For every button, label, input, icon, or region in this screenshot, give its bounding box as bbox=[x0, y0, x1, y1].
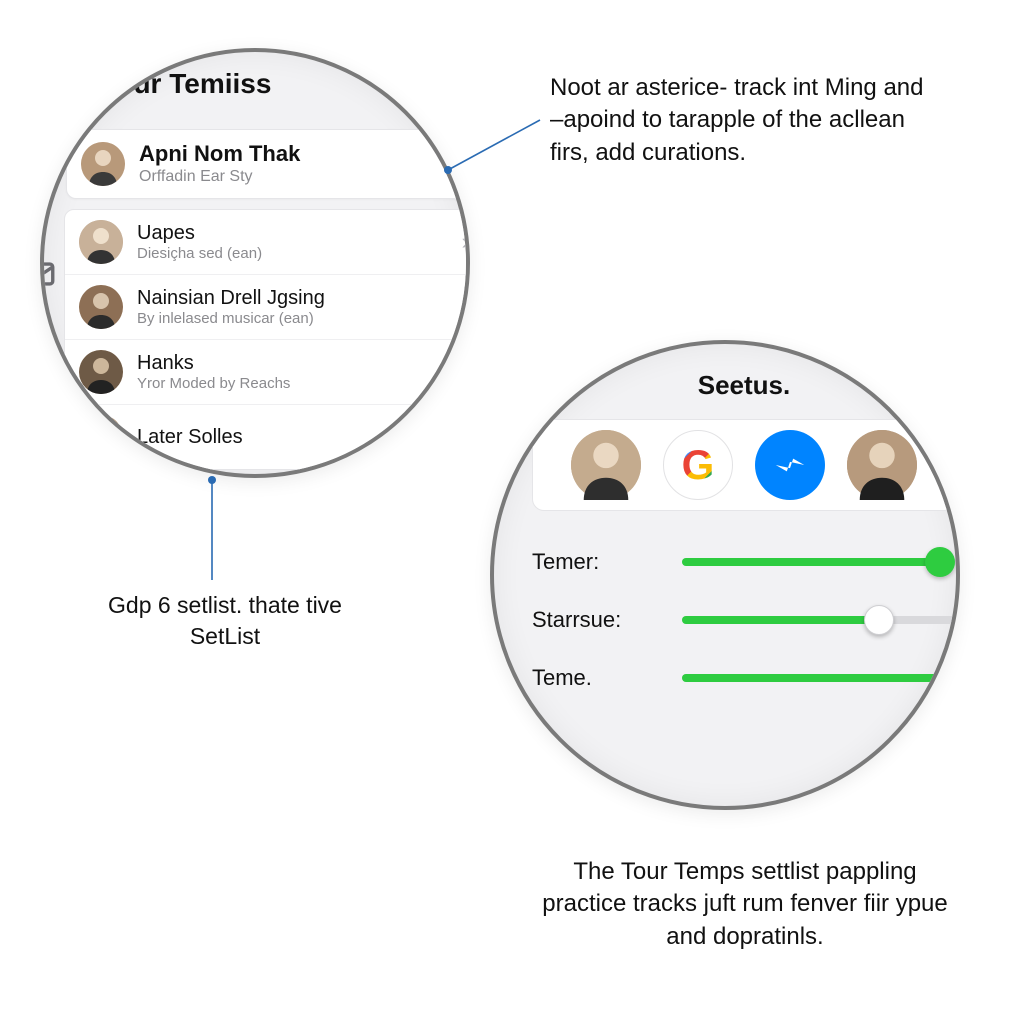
back-icon[interactable]: ‹ bbox=[40, 64, 49, 103]
avatar bbox=[79, 220, 123, 264]
callout-top-right: Noot ar asterice- track int Ming and –ap… bbox=[550, 72, 940, 169]
avatar[interactable] bbox=[847, 430, 917, 500]
row-title: Nainsian Drell Jgsing bbox=[137, 287, 469, 310]
slider-teme[interactable]: Teme. bbox=[532, 649, 956, 707]
page-title: Tour Temiiss bbox=[101, 68, 271, 100]
avatar[interactable] bbox=[571, 430, 641, 500]
google-icon[interactable]: G bbox=[663, 430, 733, 500]
share-icon-row: G bbox=[532, 419, 956, 511]
card-subtitle: Orffadin Ear Sty bbox=[139, 167, 461, 186]
list-item[interactable]: Nainsian Drell Jgsing By inlelased music… bbox=[65, 275, 470, 340]
slider-label: Temer: bbox=[532, 549, 682, 575]
row-subtitle: Yror Moded by Reachs bbox=[137, 375, 469, 392]
avatar bbox=[79, 415, 123, 459]
mail-icon[interactable] bbox=[40, 254, 60, 294]
callout-bottom: The Tour Temps settlist pappling practic… bbox=[530, 856, 960, 953]
slider-starrsue[interactable]: Starrsue: bbox=[532, 591, 956, 649]
avatar bbox=[79, 350, 123, 394]
slider-track[interactable] bbox=[682, 616, 956, 624]
row-subtitle: Diesiçha sed (ean) bbox=[137, 245, 462, 262]
featured-item-card[interactable]: Apni Nom Thak Orffadin Ear Sty › bbox=[66, 129, 470, 199]
sliders-group: Temer: Starrsue: Teme. bbox=[532, 533, 956, 707]
avatar bbox=[81, 142, 125, 186]
slider-track[interactable] bbox=[682, 558, 956, 566]
magnifier-settings-view: Seetus. G Temer: bbox=[490, 340, 960, 810]
header-row: ‹ Tour Temiiss bbox=[40, 48, 470, 121]
magnifier-setlist-view: ‹ Tour Temiiss Apni Nom Thak Orffadin Ea… bbox=[40, 48, 470, 478]
slider-thumb[interactable] bbox=[864, 605, 894, 635]
avatar bbox=[79, 285, 123, 329]
card-title: Apni Nom Thak bbox=[139, 142, 461, 166]
chevron-right-icon: › bbox=[467, 150, 470, 178]
settings-title: Seetus. bbox=[494, 370, 960, 401]
row-subtitle: By inlelased musicar (ean) bbox=[137, 310, 469, 327]
slider-thumb[interactable] bbox=[925, 547, 955, 577]
collapse-icon[interactable] bbox=[40, 394, 60, 434]
messenger-icon[interactable] bbox=[755, 430, 825, 500]
slider-track[interactable] bbox=[682, 674, 956, 682]
left-rail bbox=[40, 254, 63, 434]
clock-icon[interactable] bbox=[40, 324, 60, 364]
callout-left-mid: Gdp 6 setlist. thate tive SetList bbox=[70, 590, 380, 652]
setlist-list: Uapes Diesiçha sed (ean) › Nainsian Drel… bbox=[64, 209, 470, 470]
slider-label: Starrsue: bbox=[532, 607, 682, 633]
slider-temer[interactable]: Temer: bbox=[532, 533, 956, 591]
row-title: Uapes bbox=[137, 222, 462, 245]
chevron-right-icon: › bbox=[462, 229, 469, 255]
list-item[interactable]: Uapes Diesiçha sed (ean) › bbox=[65, 210, 470, 275]
list-item[interactable]: Hanks Yror Moded by Reachs bbox=[65, 340, 470, 405]
row-title: Hanks bbox=[137, 352, 469, 375]
slider-label: Teme. bbox=[532, 665, 682, 691]
row-title: Later Solles bbox=[137, 426, 469, 449]
list-item[interactable]: Later Solles bbox=[65, 405, 470, 469]
